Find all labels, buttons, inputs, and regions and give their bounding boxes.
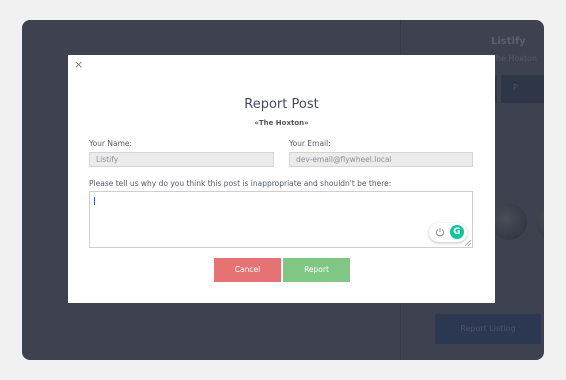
report-button[interactable]: Report <box>283 258 350 282</box>
modal-title: Report Post <box>244 97 319 112</box>
background-button-label: P <box>513 83 518 92</box>
background-avatar <box>536 204 544 240</box>
background-report-listing-button: Report Listing <box>435 314 541 344</box>
cancel-button[interactable]: Cancel <box>214 258 281 282</box>
background-listing-subtitle: The Hoxton <box>491 54 537 63</box>
name-input[interactable]: Listify <box>89 152 274 167</box>
reason-label: Please tell us why do you think this pos… <box>89 179 392 188</box>
power-icon[interactable] <box>435 227 445 237</box>
modal-subtitle: «The Hoxton» <box>254 119 309 127</box>
grammar-widget[interactable]: G <box>429 223 467 242</box>
background-listing-title: Listify <box>491 36 526 47</box>
report-post-modal: × Report Post «The Hoxton» Your Name: Li… <box>68 55 495 303</box>
grammarly-icon[interactable]: G <box>450 225 464 239</box>
email-input[interactable]: dev-email@flywheel.local <box>289 152 473 167</box>
resize-handle-icon[interactable] <box>465 240 471 246</box>
background-report-listing-label: Report Listing <box>460 324 516 333</box>
name-label: Your Name: <box>89 139 133 148</box>
text-caret <box>94 197 95 205</box>
reason-textarea[interactable]: G <box>89 191 473 248</box>
close-button[interactable]: × <box>74 59 83 71</box>
email-label: Your Email: <box>289 139 331 148</box>
background-avatar <box>491 204 527 240</box>
background-button <box>501 75 544 103</box>
